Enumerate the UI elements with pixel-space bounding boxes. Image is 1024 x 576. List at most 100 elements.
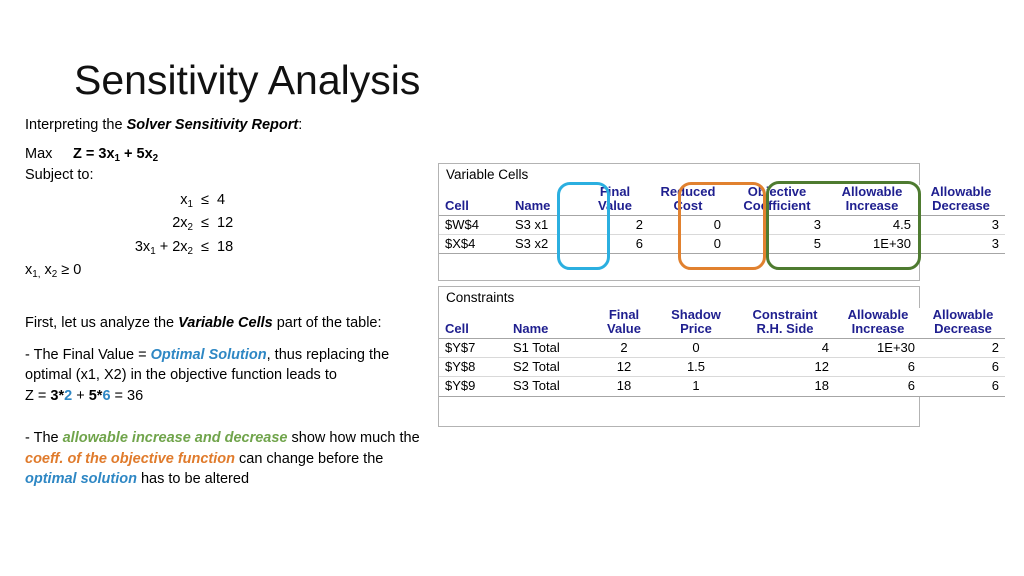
column-header-cell: Cell — [439, 184, 509, 216]
column-header-line1: Allowable — [841, 183, 903, 199]
cell-allowable-decrease: 6 — [921, 376, 1005, 397]
column-header-line2: Coefficient — [743, 198, 811, 214]
column-header-line1: Shadow — [671, 306, 721, 322]
column-header-line2: Price — [680, 321, 712, 337]
column-header-shadow-price: Shadow Price — [657, 306, 735, 339]
note-variable-cells: First, let us analyze the Variable Cells… — [25, 316, 425, 331]
column-header-name: Name — [507, 307, 591, 339]
column-header-line2: Increase — [851, 321, 905, 337]
nonneg-trail: ≥ 0 — [57, 262, 82, 278]
cell-reduced-cost: 0 — [649, 234, 727, 255]
table-row: $Y$9 S3 Total 18 1 18 6 6 — [439, 376, 1005, 397]
column-header-line1: Allowable — [932, 306, 994, 322]
column-header-line1: Allowable — [847, 306, 909, 322]
subject-to-label: Subject to: — [25, 167, 94, 183]
column-header-line2: Decrease — [932, 198, 990, 214]
constraint-lhs: 3x1 + 2x2 — [25, 239, 193, 257]
note-first-emphasis: Variable Cells — [178, 315, 273, 331]
intro-line: Interpreting the Solver Sensitivity Repo… — [25, 118, 425, 133]
cell-reference: $Y$9 — [439, 376, 507, 397]
column-header-final-value: Final Value — [581, 183, 649, 216]
cell-name: S3 Total — [507, 376, 591, 397]
constraints-table: Cell Name Final Value Shadow Price Const… — [439, 306, 1005, 397]
column-header-objective-coefficient: Objective Coefficient — [727, 183, 827, 216]
note-allow-lead: - The — [25, 430, 63, 446]
cell-reduced-cost: 0 — [649, 215, 727, 236]
note-allow-mid-1: show how much the — [287, 430, 420, 446]
cell-constraint-rhs: 4 — [735, 338, 835, 359]
column-header-line2: Name — [513, 321, 549, 337]
constraint-operator: ≤ — [201, 215, 209, 231]
cell-reference: $Y$8 — [439, 357, 507, 378]
cell-name: S1 Total — [507, 338, 591, 359]
column-header-allowable-decrease: Allowable Decrease — [921, 306, 1005, 339]
note-first-lead: First, let us analyze the — [25, 315, 179, 331]
column-header-cell: Cell — [439, 307, 507, 339]
cell-shadow-price: 1.5 — [657, 357, 735, 378]
objective-sub-2: 2 — [152, 152, 159, 164]
cell-name: S3 x2 — [509, 234, 581, 255]
constraint-lhs-b-sub: 2 — [187, 245, 193, 257]
cell-final-value: 12 — [591, 357, 657, 378]
note-final-value: - The Final Value = Optimal Solution, th… — [25, 345, 430, 406]
cell-reference: $W$4 — [439, 215, 509, 236]
constraint-lhs-a-sub: 1 — [150, 245, 156, 257]
z-result: = 36 — [110, 387, 144, 404]
cell-allowable-decrease: 3 — [917, 215, 1005, 236]
cell-allowable-decrease: 6 — [921, 357, 1005, 378]
column-header-line1: Constraint — [752, 306, 818, 322]
nonneg-sub-2: 2 — [51, 269, 58, 281]
note-allow-emphasis-green: allowable increase and decrease — [62, 430, 288, 446]
cell-final-value: 2 — [581, 215, 649, 236]
variable-cells-panel: Variable Cells Cell Name Final Value Red… — [438, 163, 1005, 281]
column-header-final-value: Final Value — [591, 307, 657, 339]
objective-mid: + 5x — [120, 145, 153, 162]
intro-lead: Interpreting the — [25, 117, 127, 133]
constraint-lhs: 2x2 — [25, 216, 193, 233]
column-header-line1: Objective — [747, 183, 807, 199]
column-header-allowable-increase: Allowable Increase — [835, 306, 921, 339]
column-header-constraint-rhs: Constraint R.H. Side — [735, 306, 835, 339]
table-header-row: Cell Name Final Value Shadow Price Const… — [439, 306, 1005, 339]
nonnegativity-line: x1, x2 ≥ 0 — [25, 262, 425, 281]
nonneg-sub-1: 1, — [32, 269, 41, 281]
cell-name: S3 x1 — [509, 215, 581, 236]
cell-final-value: 6 — [581, 234, 649, 255]
z-value-1: 2 — [64, 387, 73, 404]
constraint-lhs-a-sub: 1 — [187, 198, 193, 210]
z-value-2: 6 — [102, 387, 111, 404]
intro-trail: : — [298, 117, 303, 133]
cell-allowable-increase: 4.5 — [827, 215, 917, 236]
column-header-reduced-cost: Reduced Cost — [649, 183, 727, 216]
column-header-line2: Value — [598, 198, 632, 214]
column-header-line2: Name — [515, 198, 551, 214]
table-header-row: Cell Name Final Value Reduced Cost Objec… — [439, 183, 1005, 216]
z-coefficient-2: 5* — [88, 387, 103, 404]
column-header-line1: Final — [599, 183, 631, 199]
column-header-line2: Cell — [445, 198, 469, 214]
constraint-row: 2x2 ≤12 — [25, 215, 425, 233]
note-allow-emphasis-blue: optimal solution — [25, 471, 137, 488]
column-header-line1: Reduced — [660, 183, 716, 199]
cell-name: S2 Total — [507, 357, 591, 378]
column-header-name: Name — [509, 184, 581, 216]
note-final-lead: - The Final Value = — [25, 347, 151, 363]
constraint-lhs-a: x — [180, 191, 188, 208]
constraint-row: 3x1 + 2x2 ≤18 — [25, 238, 425, 257]
cell-final-value: 2 — [591, 338, 657, 359]
constraint-rhs: 18 — [217, 238, 234, 255]
objective-sub-1: 1 — [114, 152, 120, 164]
cell-objective-coefficient: 3 — [727, 215, 827, 236]
cell-shadow-price: 0 — [657, 338, 735, 359]
z-plus: + — [72, 387, 89, 404]
note-first-trail: part of the table: — [272, 315, 382, 331]
cell-allowable-increase: 6 — [835, 376, 921, 397]
column-header-line2: Cell — [445, 321, 469, 337]
note-final-emphasis: Optimal Solution — [150, 347, 267, 363]
column-header-line2: Cost — [673, 198, 703, 214]
table-row: $Y$7 S1 Total 2 0 4 1E+30 2 — [439, 338, 1005, 359]
column-header-allowable-decrease: Allowable Decrease — [917, 184, 1005, 216]
column-header-line2: R.H. Side — [756, 321, 814, 337]
z-prefix: Z = — [25, 387, 51, 404]
objective-prefix: Z = 3x — [73, 145, 115, 162]
